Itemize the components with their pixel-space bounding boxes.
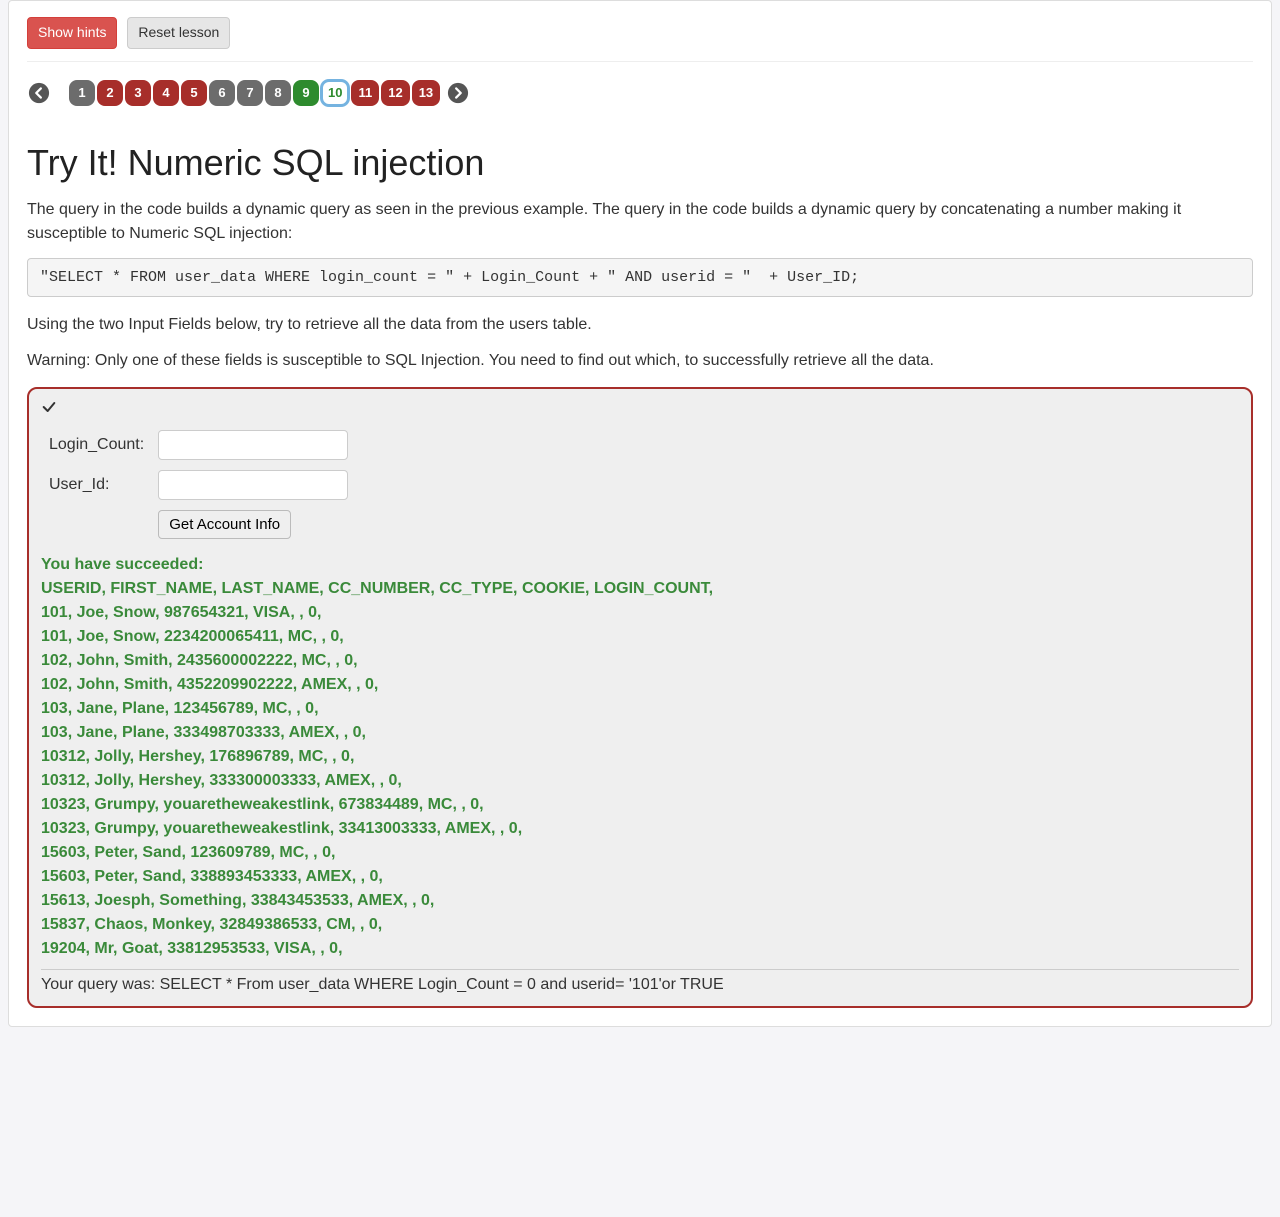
lesson-pagination: 12345678910111213 <box>27 80 1253 106</box>
page-13[interactable]: 13 <box>412 80 440 106</box>
page-6[interactable]: 6 <box>209 80 235 106</box>
lesson-title: Try It! Numeric SQL injection <box>27 142 1253 184</box>
query-echo: Your query was: SELECT * From user_data … <box>41 976 1239 994</box>
result-row: 15613, Joesph, Something, 33843453533, A… <box>41 889 1239 913</box>
page-2[interactable]: 2 <box>97 80 123 106</box>
lesson-instructions: Using the two Input Fields below, try to… <box>27 313 1253 337</box>
success-check-icon <box>41 399 1239 418</box>
page-1[interactable]: 1 <box>69 80 95 106</box>
result-row: 10323, Grumpy, youaretheweakestlink, 334… <box>41 817 1239 841</box>
result-output: You have succeeded: USERID, FIRST_NAME, … <box>41 553 1239 994</box>
login-count-input[interactable] <box>158 430 348 460</box>
page-8[interactable]: 8 <box>265 80 291 106</box>
login-count-label: Login_Count: <box>43 426 150 464</box>
page-10[interactable]: 10 <box>321 80 349 106</box>
result-row: 102, John, Smith, 4352209902222, AMEX, ,… <box>41 673 1239 697</box>
success-header: You have succeeded: <box>41 553 1239 577</box>
arrow-left-circle-icon <box>28 82 50 104</box>
result-row: 102, John, Smith, 2435600002222, MC, , 0… <box>41 649 1239 673</box>
result-row: 103, Jane, Plane, 333498703333, AMEX, , … <box>41 721 1239 745</box>
sql-code-block: "SELECT * FROM user_data WHERE login_cou… <box>27 258 1253 297</box>
lesson-warning: Warning: Only one of these fields is sus… <box>27 349 1253 373</box>
attack-form: Login_Count: User_Id: Get Account Info <box>41 424 356 545</box>
attack-box: Login_Count: User_Id: Get Account Info Y… <box>27 387 1253 1008</box>
reset-lesson-button[interactable]: Reset lesson <box>127 17 230 49</box>
lesson-intro: The query in the code builds a dynamic q… <box>27 198 1253 246</box>
page-12[interactable]: 12 <box>381 80 409 106</box>
page-9[interactable]: 9 <box>293 80 319 106</box>
page-4[interactable]: 4 <box>153 80 179 106</box>
show-hints-button[interactable]: Show hints <box>27 17 117 49</box>
lesson-container: Show hints Reset lesson 1234567891011121… <box>8 0 1272 1027</box>
result-row: 10312, Jolly, Hershey, 333300003333, AME… <box>41 769 1239 793</box>
page-7[interactable]: 7 <box>237 80 263 106</box>
page-5[interactable]: 5 <box>181 80 207 106</box>
page-3[interactable]: 3 <box>125 80 151 106</box>
result-row: 101, Joe, Snow, 2234200065411, MC, , 0, <box>41 625 1239 649</box>
user-id-input[interactable] <box>158 470 348 500</box>
result-row: 101, Joe, Snow, 987654321, VISA, , 0, <box>41 601 1239 625</box>
result-row: 10323, Grumpy, youaretheweakestlink, 673… <box>41 793 1239 817</box>
top-button-bar: Show hints Reset lesson <box>27 11 1253 62</box>
result-row: 10312, Jolly, Hershey, 176896789, MC, , … <box>41 745 1239 769</box>
prev-page-button[interactable] <box>27 81 51 105</box>
user-id-label: User_Id: <box>43 466 150 504</box>
result-row: 19204, Mr, Goat, 33812953533, VISA, , 0, <box>41 937 1239 961</box>
page-11[interactable]: 11 <box>351 80 379 106</box>
result-row: 15603, Peter, Sand, 338893453333, AMEX, … <box>41 865 1239 889</box>
result-row: 103, Jane, Plane, 123456789, MC, , 0, <box>41 697 1239 721</box>
result-columns: USERID, FIRST_NAME, LAST_NAME, CC_NUMBER… <box>41 577 1239 601</box>
result-row: 15603, Peter, Sand, 123609789, MC, , 0, <box>41 841 1239 865</box>
result-separator <box>41 969 1239 970</box>
next-page-button[interactable] <box>446 81 470 105</box>
get-account-info-button[interactable]: Get Account Info <box>158 510 291 539</box>
arrow-right-circle-icon <box>447 82 469 104</box>
result-row: 15837, Chaos, Monkey, 32849386533, CM, ,… <box>41 913 1239 937</box>
